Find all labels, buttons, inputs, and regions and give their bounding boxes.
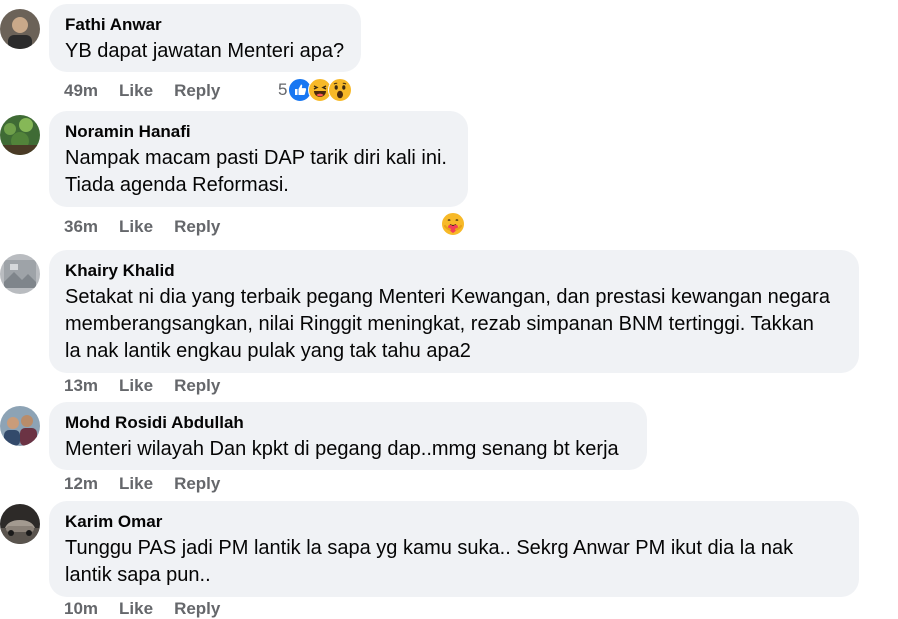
reply-button[interactable]: Reply	[174, 599, 220, 619]
comment-bubble: Mohd Rosidi Abdullah Menteri wilayah Dan…	[49, 402, 647, 470]
comment-author[interactable]: Noramin Hanafi	[65, 121, 452, 142]
comment-actions: 49m Like Reply	[64, 81, 241, 101]
comment-author[interactable]: Fathi Anwar	[65, 14, 345, 35]
comment-author[interactable]: Khairy Khalid	[65, 260, 843, 281]
like-button[interactable]: Like	[119, 81, 153, 101]
comment-text: Menteri wilayah Dan kpkt di pegang dap..…	[65, 438, 619, 460]
like-button[interactable]: Like	[119, 599, 153, 619]
comment-author[interactable]: Karim Omar	[65, 511, 843, 532]
comment-bubble: Khairy Khalid Setakat ni dia yang terbai…	[49, 250, 859, 373]
avatar[interactable]	[0, 406, 40, 446]
reply-button[interactable]: Reply	[174, 376, 220, 396]
comment-bubble: Fathi Anwar YB dapat jawatan Menteri apa…	[49, 4, 361, 72]
reply-button[interactable]: Reply	[174, 81, 220, 101]
comment-author[interactable]: Mohd Rosidi Abdullah	[65, 412, 631, 433]
comment-time[interactable]: 36m	[64, 217, 98, 237]
comment-text: Nampak macam pasti DAP tarik diri kali i…	[65, 147, 447, 196]
comment-time[interactable]: 12m	[64, 474, 98, 494]
reaction-count: 5	[278, 80, 288, 99]
care-icon	[441, 212, 465, 236]
comment-time[interactable]: 13m	[64, 376, 98, 396]
comment-actions: 10m Like Reply	[64, 599, 241, 619]
comment-time[interactable]: 49m	[64, 81, 98, 101]
reaction-summary[interactable]	[441, 212, 465, 236]
comment-actions: 36m Like Reply	[64, 217, 241, 237]
comment-actions: 12m Like Reply	[64, 474, 241, 494]
avatar[interactable]	[0, 115, 40, 155]
comment-bubble: Noramin Hanafi Nampak macam pasti DAP ta…	[49, 111, 468, 207]
like-button[interactable]: Like	[119, 376, 153, 396]
comment-text: Setakat ni dia yang terbaik pegang Mente…	[65, 286, 830, 362]
comment-time[interactable]: 10m	[64, 599, 98, 619]
avatar[interactable]	[0, 9, 40, 49]
comment-text: YB dapat jawatan Menteri apa?	[65, 40, 345, 62]
comment-actions: 13m Like Reply	[64, 376, 241, 396]
like-button[interactable]: Like	[119, 474, 153, 494]
reaction-summary[interactable]: 5	[278, 78, 353, 102]
comment-bubble: Karim Omar Tunggu PAS jadi PM lantik la …	[49, 501, 859, 597]
reply-button[interactable]: Reply	[174, 474, 220, 494]
avatar[interactable]	[0, 254, 40, 294]
wow-icon	[328, 78, 353, 102]
reply-button[interactable]: Reply	[174, 217, 220, 237]
like-button[interactable]: Like	[119, 217, 153, 237]
avatar[interactable]	[0, 504, 40, 544]
comment-text: Tunggu PAS jadi PM lantik la sapa yg kam…	[65, 537, 794, 586]
